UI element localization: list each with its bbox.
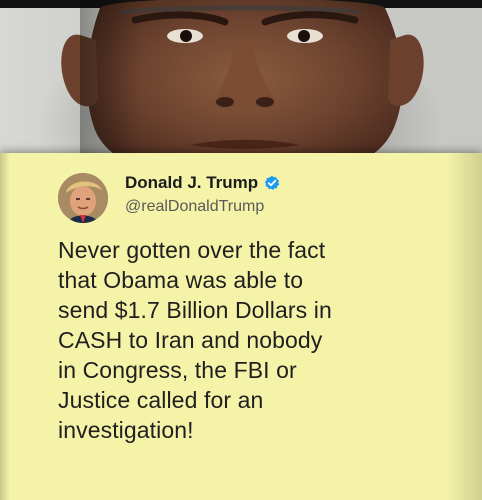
tweet-text: Never gotten over the fact that Obama wa… xyxy=(58,235,443,445)
tweet-text-line: that Obama was able to xyxy=(58,267,304,293)
profile-photo-icon xyxy=(58,173,108,223)
author-name[interactable]: Donald J. Trump xyxy=(125,173,258,193)
meme-image: Donald J. Trump @realDonaldTrump Never g… xyxy=(0,0,482,500)
tweet-text-line: CASH to Iran and nobody xyxy=(58,327,323,353)
tweet-text-line: send $1.7 Billion Dollars in xyxy=(58,297,332,323)
avatar xyxy=(58,173,108,223)
author-handle[interactable]: @realDonaldTrump xyxy=(125,198,280,216)
tweet-text-line: Never gotten over the fact xyxy=(58,237,326,263)
author-name-row: Donald J. Trump xyxy=(125,173,280,193)
tweet-text-line: Justice called for an xyxy=(58,387,264,413)
tweet-author: Donald J. Trump @realDonaldTrump xyxy=(125,173,280,223)
verified-check-icon xyxy=(264,175,280,191)
background-photo xyxy=(0,0,482,175)
tweet-text-line: in Congress, the FBI or xyxy=(58,357,297,383)
tweet-card: Donald J. Trump @realDonaldTrump Never g… xyxy=(0,153,482,500)
tweet-text-line: investigation! xyxy=(58,417,194,443)
face-photo xyxy=(61,0,424,175)
